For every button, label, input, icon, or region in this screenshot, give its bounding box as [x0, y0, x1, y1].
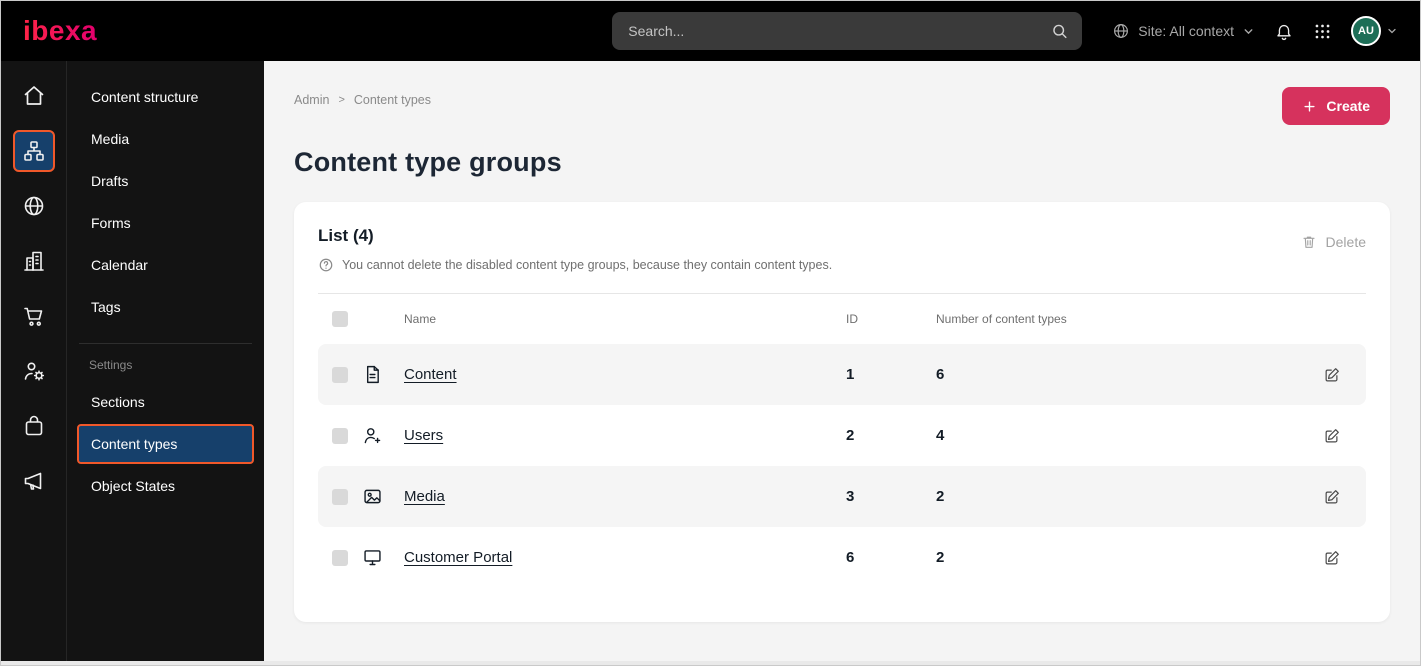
company-buildings-icon[interactable] [13, 240, 55, 282]
plus-icon [1302, 99, 1317, 114]
content-structure-icon[interactable] [12, 130, 55, 172]
group-link-media[interactable]: Media [404, 488, 445, 505]
search-input[interactable] [612, 12, 1083, 50]
breadcrumb: Admin > Content types [294, 87, 431, 107]
group-count: 2 [936, 488, 945, 505]
home-icon[interactable] [13, 75, 55, 117]
sidebar-item-forms[interactable]: Forms [77, 203, 254, 243]
select-all-checkbox[interactable] [332, 311, 348, 327]
global-search [612, 12, 1083, 50]
row-checkbox[interactable] [332, 427, 348, 444]
group-count: 4 [936, 427, 945, 444]
group-id: 1 [846, 366, 855, 383]
commerce-cart-icon[interactable] [13, 295, 55, 337]
content-file-icon [362, 364, 404, 385]
column-header-name: Name [404, 312, 437, 326]
group-count: 6 [936, 366, 945, 383]
group-id: 6 [846, 549, 855, 566]
edit-button[interactable] [1312, 488, 1352, 506]
notifications-button[interactable] [1274, 21, 1294, 41]
group-link-customer-portal[interactable]: Customer Portal [404, 549, 512, 566]
globe-icon [1112, 22, 1130, 40]
sidebar-item-content-types[interactable]: Content types [77, 424, 254, 464]
card-header: List (4) You cannot delete the disabled … [318, 226, 1366, 273]
icon-rail [1, 61, 66, 661]
app-body: Content structure Media Drafts Forms Cal… [1, 61, 1420, 661]
create-button[interactable]: Create [1282, 87, 1390, 125]
search-icon [1050, 22, 1069, 41]
ibexa-logo[interactable]: ibexa [23, 17, 97, 45]
sidebar-item-calendar[interactable]: Calendar [77, 245, 254, 285]
media-image-icon [362, 486, 404, 507]
customer-portal-monitor-icon [362, 547, 404, 568]
topbar: ibexa Site: All context [1, 1, 1420, 61]
edit-button[interactable] [1312, 549, 1352, 567]
sidebar-item-content-structure[interactable]: Content structure [77, 77, 254, 117]
delete-button-label: Delete [1325, 234, 1366, 250]
table-row: Content 1 6 [318, 344, 1366, 405]
row-checkbox[interactable] [332, 366, 348, 383]
chevron-down-icon [1386, 25, 1398, 37]
table-row: Users 2 4 [318, 405, 1366, 466]
group-id: 3 [846, 488, 855, 505]
apps-grid-button[interactable] [1313, 22, 1332, 41]
edit-button[interactable] [1312, 366, 1352, 384]
sidebar-divider [79, 343, 252, 344]
avatar: AU [1351, 16, 1381, 46]
create-button-label: Create [1326, 98, 1370, 114]
table-row: Media 3 2 [318, 466, 1366, 527]
sidebar-item-sections[interactable]: Sections [77, 382, 254, 422]
sidebar-settings-label: Settings [89, 358, 133, 372]
column-header-id: ID [846, 312, 858, 326]
delete-button[interactable]: Delete [1301, 226, 1366, 250]
personalization-user-gear-icon[interactable] [13, 350, 55, 392]
site-globe-icon[interactable] [13, 185, 55, 227]
breadcrumb-content-types: Content types [353, 93, 432, 107]
info-text: You cannot delete the disabled content t… [342, 258, 833, 272]
row-checkbox[interactable] [332, 549, 348, 566]
product-catalog-bag-icon[interactable] [13, 405, 55, 447]
row-checkbox[interactable] [332, 488, 348, 505]
sidebar: Content structure Media Drafts Forms Cal… [66, 61, 264, 661]
chevron-down-icon [1242, 25, 1255, 38]
sidebar-item-drafts[interactable]: Drafts [77, 161, 254, 201]
user-menu[interactable]: AU [1351, 16, 1398, 46]
trash-icon [1301, 234, 1317, 250]
group-link-users[interactable]: Users [404, 427, 443, 444]
main-header-row: Admin > Content types Create [294, 87, 1390, 125]
column-header-count: Number of content types [936, 312, 1067, 326]
app-window: ibexa Site: All context [0, 0, 1421, 666]
edit-button[interactable] [1312, 427, 1352, 445]
marketing-megaphone-icon[interactable] [13, 460, 55, 502]
table-header: Name ID Number of content types [318, 294, 1366, 344]
question-circle-icon [318, 257, 334, 273]
sidebar-item-object-states[interactable]: Object States [77, 466, 254, 506]
topbar-actions: Site: All context AU [1112, 16, 1398, 46]
main-content: Admin > Content types Create Content typ… [264, 61, 1420, 661]
group-link-content[interactable]: Content [404, 366, 457, 383]
breadcrumb-separator: > [338, 94, 345, 106]
users-person-icon [362, 425, 404, 446]
group-id: 2 [846, 427, 855, 444]
list-title: List (4) [318, 226, 374, 245]
sidebar-item-tags[interactable]: Tags [77, 287, 254, 327]
page-title: Content type groups [294, 147, 562, 177]
breadcrumb-admin[interactable]: Admin [294, 93, 329, 107]
site-context-label: Site: All context [1138, 23, 1234, 39]
group-count: 2 [936, 549, 945, 566]
site-context-selector[interactable]: Site: All context [1112, 22, 1255, 40]
info-line: You cannot delete the disabled content t… [318, 257, 832, 273]
sidebar-item-media[interactable]: Media [77, 119, 254, 159]
content-type-groups-card: List (4) You cannot delete the disabled … [294, 202, 1390, 622]
table-row: Customer Portal 6 2 [318, 527, 1366, 588]
